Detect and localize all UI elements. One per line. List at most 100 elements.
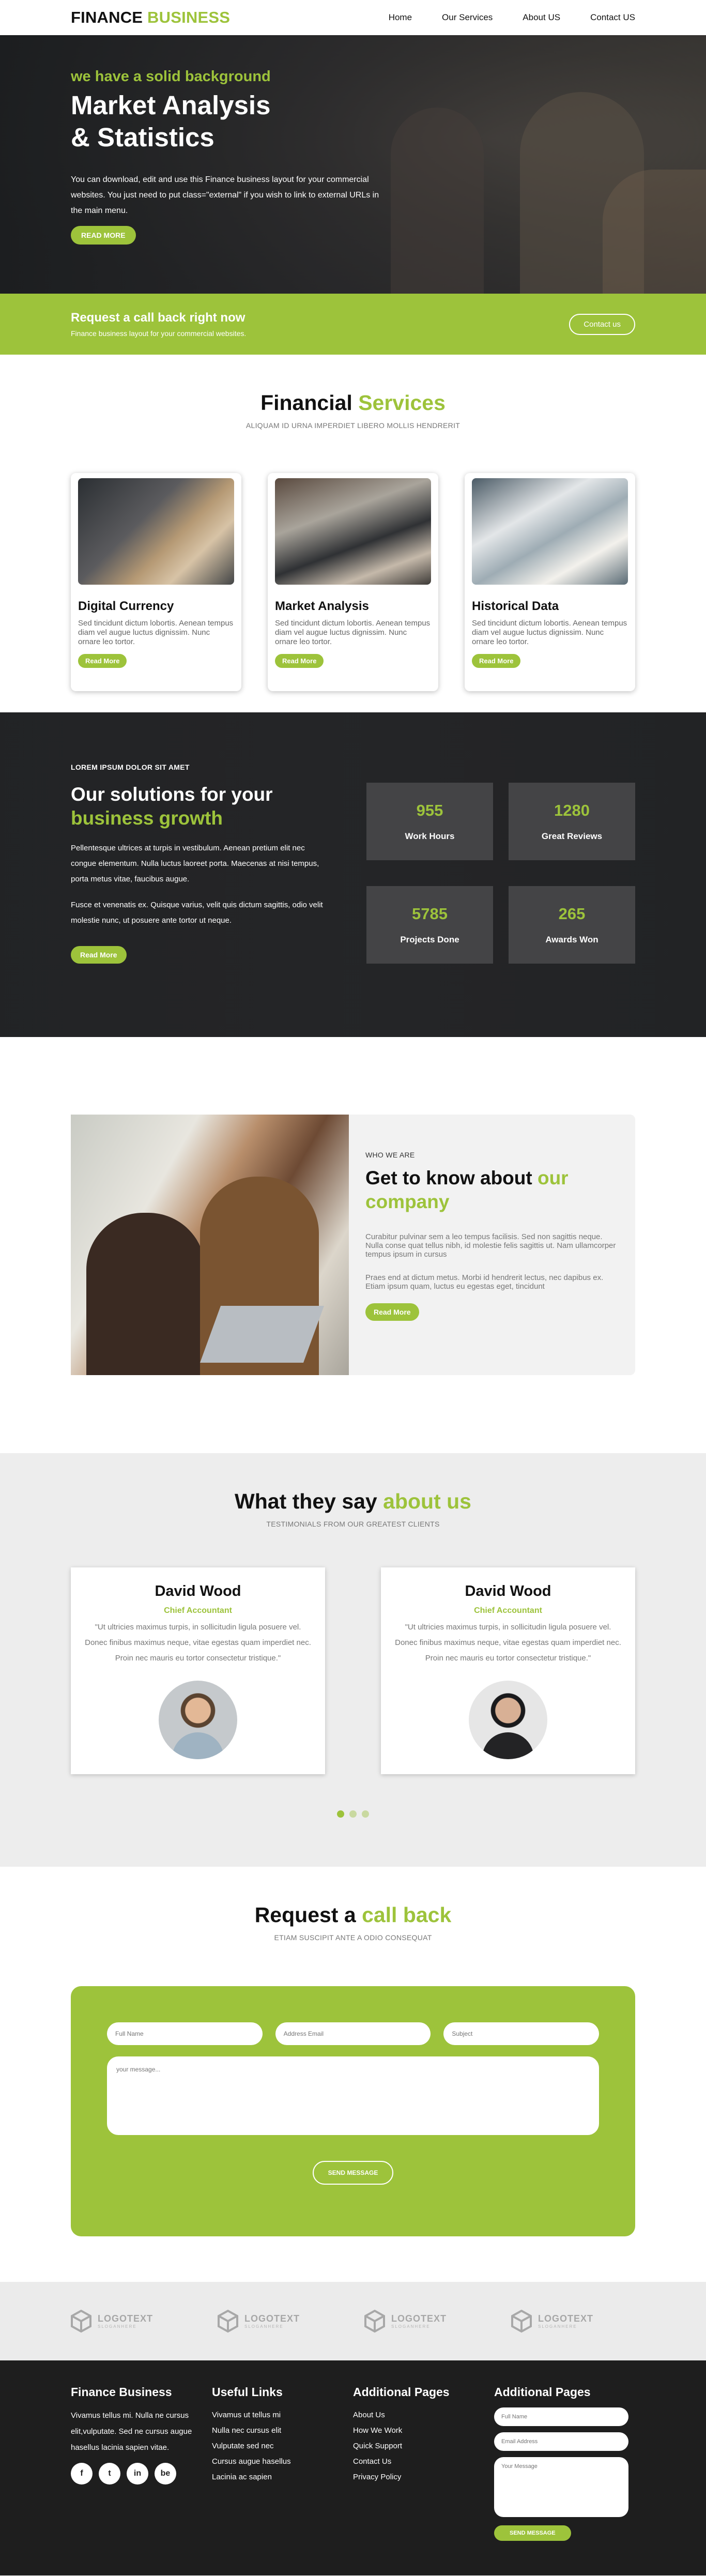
full-name-input[interactable] (107, 2022, 263, 2045)
about-paragraph: Praes end at dictum metus. Morbi id hend… (365, 1273, 604, 1291)
about-read-more-button[interactable]: Read More (365, 1303, 419, 1321)
footer-email-input[interactable] (494, 2432, 628, 2451)
photo-laptop (199, 1306, 325, 1363)
footer-link[interactable]: About Us (353, 2407, 494, 2423)
stat-value: 1280 (554, 801, 590, 819)
hero-eyebrow: we have a solid background (71, 68, 271, 85)
partner-logo[interactable]: LOGOTEXT SLOGANHERE (511, 2310, 635, 2333)
subject-input[interactable] (443, 2022, 600, 2045)
slider-dots (71, 1810, 635, 1818)
solutions-read-more-button[interactable]: Read More (71, 946, 127, 964)
slider-dot[interactable] (349, 1810, 357, 1818)
logo-text: LOGOTEXT (244, 2313, 300, 2324)
footer-message-textarea[interactable] (494, 2457, 628, 2517)
services-title-part2: Services (358, 391, 446, 415)
footer-full-name-input[interactable] (494, 2407, 628, 2426)
services-title-part1: Financial (260, 391, 352, 415)
solutions-title-part1: Our solutions for your (71, 784, 273, 805)
main-nav: Home Our Services About US Contact US (389, 12, 635, 23)
footer-heading: Finance Business (71, 2385, 172, 2399)
facebook-icon[interactable]: f (71, 2463, 93, 2484)
stat-box: 5785 Projects Done (366, 886, 493, 964)
footer-link[interactable]: Lacinia ac sapien (212, 2470, 353, 2485)
footer-link[interactable]: Quick Support (353, 2438, 494, 2454)
testimonial-card: David Wood Chief Accountant "Ut ultricie… (381, 1567, 635, 1774)
linkedin-icon[interactable]: in (127, 2463, 148, 2484)
stat-box: 1280 Great Reviews (509, 783, 635, 860)
stat-label: Work Hours (405, 831, 455, 841)
request-title-part1: Request a (254, 1903, 356, 1927)
footer-link[interactable]: Nulla nec cursus elit (212, 2423, 353, 2438)
brand-logo[interactable]: FINANCE BUSINESS (71, 8, 230, 27)
partner-logo[interactable]: LOGOTEXT SLOGANHERE (218, 2310, 342, 2333)
testimonials-subtitle: TESTIMONIALS FROM OUR GREATEST CLIENTS (266, 1520, 440, 1528)
logo-slogan: SLOGANHERE (538, 2324, 577, 2329)
footer-link[interactable]: Vulputate sed nec (212, 2438, 353, 2454)
stat-box: 955 Work Hours (366, 783, 493, 860)
nav-home[interactable]: Home (389, 12, 412, 23)
partner-logo[interactable]: LOGOTEXT SLOGANHERE (71, 2310, 195, 2333)
service-image-market-analysis (275, 478, 431, 585)
footer-link[interactable]: How We Work (353, 2423, 494, 2438)
request-callback-section: Request a call back ETIAM SUSCIPIT ANTE … (0, 1867, 706, 2282)
message-textarea[interactable] (107, 2056, 599, 2135)
about-kicker: WHO WE ARE (365, 1151, 415, 1159)
service-card-title: Historical Data (472, 599, 559, 613)
service-card-text: Sed tincidunt dictum lobortis. Aenean te… (275, 619, 431, 646)
avatar (159, 1681, 237, 1759)
partner-logo[interactable]: LOGOTEXT SLOGANHERE (364, 2310, 488, 2333)
about-team-photo (71, 1115, 349, 1375)
hero-read-more-button[interactable]: READ MORE (71, 226, 136, 245)
testimonials-title: What they say about us (71, 1489, 635, 1514)
logo-slogan: SLOGANHERE (391, 2324, 431, 2329)
service-card-title: Digital Currency (78, 599, 174, 613)
solutions-title-part2: business growth (71, 807, 223, 829)
send-message-button[interactable]: SEND MESSAGE (312, 2161, 394, 2185)
service-card-text: Sed tincidunt dictum lobortis. Aenean te… (472, 619, 627, 646)
testimonial-card: David Wood Chief Accountant "Ut ultricie… (71, 1567, 325, 1774)
service-read-more-button[interactable]: Read More (275, 654, 324, 668)
logo-slogan: SLOGANHERE (244, 2324, 284, 2329)
about-section: WHO WE ARE Get to know about our company… (0, 1037, 706, 1453)
behance-icon[interactable]: be (155, 2463, 176, 2484)
service-read-more-button[interactable]: Read More (472, 654, 521, 668)
callback-bar-text: Finance business layout for your commerc… (71, 329, 247, 338)
services-subtitle: ALIQUAM ID URNA IMPERDIET LIBERO MOLLIS … (245, 421, 461, 430)
footer-link[interactable]: Vivamus ut tellus mi (212, 2407, 353, 2423)
slider-dot-active[interactable] (337, 1810, 344, 1818)
twitter-icon[interactable]: t (99, 2463, 120, 2484)
footer-link[interactable]: Cursus augue hasellus (212, 2454, 353, 2470)
about-paragraph: Curabitur pulvinar sem a leo tempus faci… (365, 1232, 616, 1259)
testimonial-name: David Wood (155, 1583, 241, 1599)
service-read-more-button[interactable]: Read More (78, 654, 127, 668)
footer-link[interactable]: Contact Us (353, 2454, 494, 2470)
nav-contact-us[interactable]: Contact US (590, 12, 635, 23)
service-card-text: Sed tincidunt dictum lobortis. Aenean te… (78, 619, 234, 646)
contact-us-button[interactable]: Contact us (569, 313, 635, 335)
hero-title-line1: Market Analysis (71, 90, 271, 120)
footer-link[interactable]: Privacy Policy (353, 2470, 494, 2485)
testimonial-role: Chief Accountant (164, 1606, 232, 1615)
solutions-paragraph: Fusce et venenatis ex. Quisque varius, v… (71, 901, 323, 925)
footer-send-message-button[interactable]: SEND MESSAGE (494, 2525, 571, 2541)
nav-about-us[interactable]: About US (523, 12, 560, 23)
footer-form-column: Additional Pages SEND MESSAGE (494, 2385, 635, 2541)
top-navbar: FINANCE BUSINESS Home Our Services About… (0, 0, 706, 35)
service-image-digital-currency (78, 478, 234, 585)
about-title: Get to know about our company (365, 1166, 619, 1214)
cube-icon (511, 2310, 532, 2333)
email-input[interactable] (275, 2022, 431, 2045)
testimonials-title-part2: about us (383, 1489, 471, 1513)
cube-icon (364, 2310, 385, 2333)
about-title-part1: Get to know about (365, 1167, 532, 1188)
photo-person-woman (86, 1213, 205, 1375)
stat-value: 5785 (412, 905, 448, 923)
slider-dot[interactable] (362, 1810, 369, 1818)
hero-banner: we have a solid background Market Analys… (0, 35, 706, 294)
nav-our-services[interactable]: Our Services (442, 12, 493, 23)
logo-text: LOGOTEXT (391, 2313, 447, 2324)
services-title: Financial Services (71, 391, 635, 415)
request-title: Request a call back (71, 1903, 635, 1927)
avatar (469, 1681, 547, 1759)
footer-heading: Additional Pages (494, 2385, 591, 2399)
